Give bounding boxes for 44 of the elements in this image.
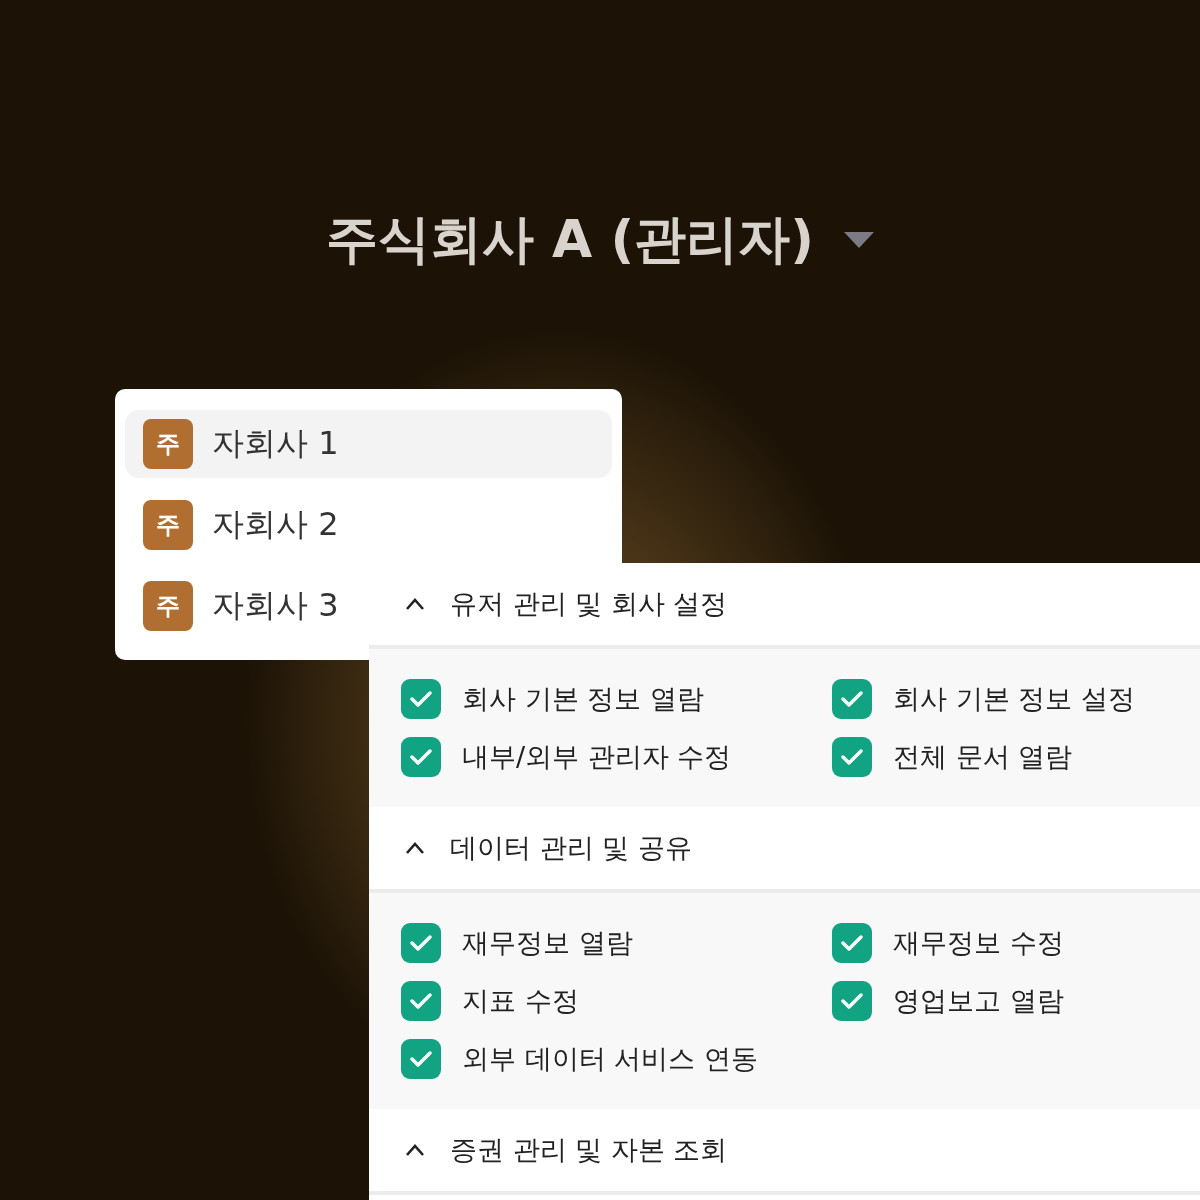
checkmark-icon	[841, 993, 863, 1009]
checkbox[interactable]	[401, 981, 441, 1021]
checkbox[interactable]	[401, 737, 441, 777]
company-badge: 주	[143, 500, 193, 550]
checkbox[interactable]	[832, 679, 872, 719]
checkmark-icon	[410, 935, 432, 951]
company-badge: 주	[143, 581, 193, 631]
company-name: 주식회사 A (관리자)	[326, 208, 814, 271]
company-item[interactable]: 주 자회사 1	[125, 410, 612, 478]
section-title: 데이터 관리 및 공유	[450, 831, 692, 865]
permission-label: 재무정보 열람	[462, 926, 633, 960]
checkbox[interactable]	[401, 679, 441, 719]
company-label: 자회사 1	[212, 423, 339, 464]
checkmark-icon	[410, 993, 432, 1009]
company-label: 자회사 2	[212, 504, 339, 545]
chevron-up-icon	[405, 598, 425, 610]
checkbox[interactable]	[832, 923, 872, 963]
permission-label: 회사 기본 정보 설정	[893, 682, 1135, 716]
checkmark-icon	[410, 1051, 432, 1067]
permission-label: 전체 문서 열람	[893, 740, 1073, 774]
checkbox[interactable]	[832, 737, 872, 777]
permission-label: 영업보고 열람	[893, 984, 1064, 1018]
checkmark-icon	[410, 691, 432, 707]
company-badge: 주	[143, 419, 193, 469]
permission-label: 회사 기본 정보 열람	[462, 682, 704, 716]
company-label: 자회사 3	[212, 585, 339, 626]
permission-label: 외부 데이터 서비스 연동	[462, 1042, 758, 1076]
section-title: 증권 관리 및 자본 조회	[450, 1133, 728, 1167]
checkmark-icon	[410, 749, 432, 765]
permission-label: 내부/외부 관리자 수정	[462, 740, 732, 774]
permission-label: 재무정보 수정	[893, 926, 1064, 960]
checkbox[interactable]	[832, 981, 872, 1021]
checkbox[interactable]	[401, 1039, 441, 1079]
checkmark-icon	[841, 691, 863, 707]
company-item[interactable]: 주 자회사 2	[125, 491, 351, 559]
checkmark-icon	[841, 749, 863, 765]
section-title: 유저 관리 및 회사 설정	[450, 587, 728, 621]
chevron-up-icon	[405, 1144, 425, 1156]
permission-label: 지표 수정	[462, 984, 579, 1018]
caret-icon[interactable]	[844, 232, 874, 248]
checkmark-icon	[841, 935, 863, 951]
checkbox[interactable]	[401, 923, 441, 963]
company-item[interactable]: 주 자회사 3	[125, 572, 351, 640]
chevron-up-icon	[405, 842, 425, 854]
